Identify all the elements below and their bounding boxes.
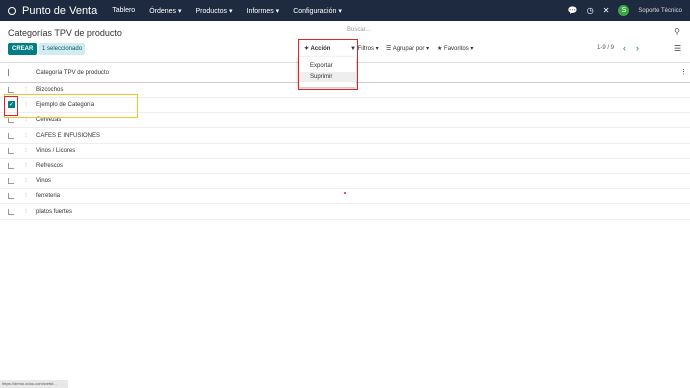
row-label: Vinos / Licores [36, 147, 76, 154]
row-label: CAFES E INFUSIONES [36, 132, 101, 139]
highlight-action-box [298, 39, 358, 90]
pager-next-icon[interactable]: › [636, 43, 639, 53]
row-label: Cervezas [36, 117, 62, 124]
clock-icon[interactable]: ◷ [587, 6, 594, 15]
drag-handle-icon[interactable]: ⁝ [25, 192, 27, 199]
apps-menu-icon[interactable] [8, 6, 16, 15]
favorites-dropdown[interactable]: ★ Favoritos ▾ [437, 45, 473, 52]
menu-item-tablero[interactable]: Tablero [112, 7, 135, 15]
menu-item-productos[interactable]: Productos ▾ [196, 7, 233, 15]
user-name[interactable]: Soporte Técnico [638, 8, 682, 14]
drag-handle-icon[interactable]: ⁝ [25, 162, 27, 169]
main-menu: Tablero Órdenes ▾ Productos ▾ Informes ▾… [112, 7, 342, 15]
chat-icon[interactable]: 💬 [568, 6, 578, 15]
drag-handle-icon[interactable]: ⁝ [25, 177, 27, 184]
row-label: Refrescos [36, 163, 64, 169]
row-label: Vinos [36, 178, 51, 185]
status-bar-url: https://demo.odoo.com/web#... [0, 380, 68, 388]
search-icon[interactable]: ⚲ [674, 27, 680, 36]
drag-handle-icon[interactable]: ⁝ [25, 147, 27, 154]
row-checkbox[interactable] [8, 193, 14, 200]
create-button[interactable]: CREAR [8, 43, 38, 55]
cursor-dot [344, 192, 346, 194]
highlight-row-box [4, 94, 138, 118]
row-label: platos fuertes [36, 208, 73, 215]
menu-item-ordenes[interactable]: Órdenes ▾ [149, 7, 181, 15]
row-checkbox[interactable] [8, 163, 14, 169]
drag-handle-icon[interactable]: ⁝ [25, 132, 27, 139]
drag-handle-icon[interactable]: ⁝ [25, 208, 27, 215]
page-title: Categorías TPV de producto [8, 28, 122, 38]
row-checkbox[interactable] [8, 147, 14, 154]
row-checkbox[interactable] [8, 117, 14, 124]
table-row[interactable]: ⁝ platos fuertes [0, 205, 690, 220]
app-name[interactable]: Punto de Venta [22, 5, 97, 17]
pager-prev-icon[interactable]: ‹ [623, 43, 626, 53]
table-row[interactable]: ⁝ Refrescos [0, 159, 690, 174]
menu-item-configuracion[interactable]: Configuración ▾ [293, 7, 342, 15]
row-checkbox[interactable] [8, 208, 14, 215]
search-placeholder: Buscar... [347, 27, 371, 33]
optional-columns-icon[interactable]: ⋮ [680, 68, 687, 76]
group-by-dropdown[interactable]: ☰ Agrupar por ▾ [386, 45, 429, 52]
row-label: ferreteria [36, 193, 61, 200]
column-header[interactable]: Categoría TPV de producto [36, 70, 109, 76]
table-row[interactable]: ⁝ Vinos [0, 174, 690, 190]
search-input[interactable]: Buscar... ⚲ [300, 27, 680, 39]
row-checkbox[interactable] [8, 132, 14, 139]
row-checkbox[interactable] [8, 87, 14, 93]
tools-icon[interactable]: ✕ [603, 6, 610, 15]
row-checkbox[interactable] [8, 178, 14, 185]
highlight-checkbox-box [4, 96, 18, 116]
pager-value[interactable]: 1-9 / 9 [597, 45, 614, 51]
list-view-icon[interactable]: ☰ [674, 44, 681, 53]
select-all-checkbox[interactable] [8, 69, 14, 76]
table-row[interactable]: ⁝ Vinos / Licores [0, 144, 690, 159]
table-row[interactable]: ⁝ CAFES E INFUSIONES [0, 129, 690, 144]
row-label: Bizcochos [36, 87, 64, 93]
avatar[interactable]: S [618, 5, 630, 16]
drag-handle-icon[interactable]: ⁝ [25, 86, 27, 93]
selected-count-badge: 1 seleccionado [39, 43, 86, 55]
top-navbar: Punto de Venta Tablero Órdenes ▾ Product… [0, 0, 690, 21]
menu-item-informes[interactable]: Informes ▾ [247, 7, 280, 15]
